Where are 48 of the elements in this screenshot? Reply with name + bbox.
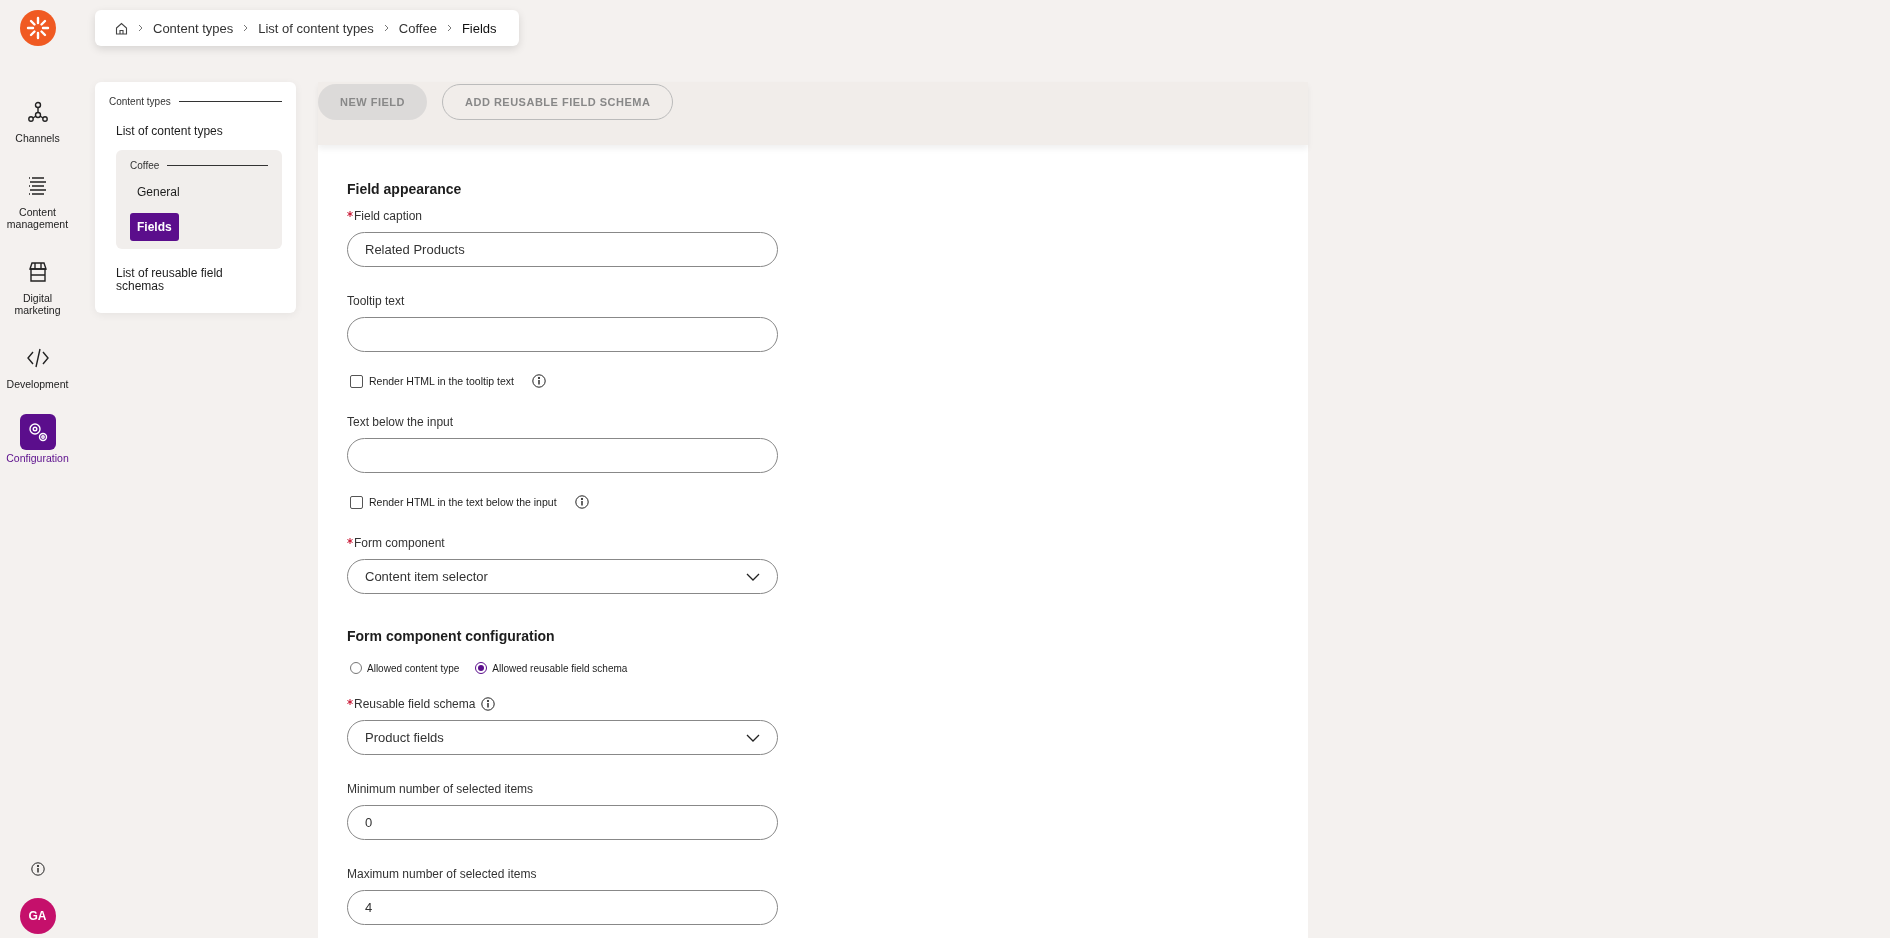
- user-avatar[interactable]: GA: [19, 898, 56, 934]
- field-label: Field caption: [354, 209, 423, 223]
- gears-icon: [26, 421, 49, 443]
- checkbox-label: Render HTML in the tooltip text: [369, 375, 514, 387]
- field-label: Tooltip text: [347, 294, 405, 308]
- nav-item[interactable]: Configuration: [0, 414, 75, 464]
- nav-item[interactable]: Content management: [0, 168, 75, 230]
- chevron-right-icon: [243, 24, 249, 32]
- section-title: Content types: [109, 96, 171, 107]
- home-icon[interactable]: [115, 21, 128, 35]
- field-label: Text below the input: [347, 415, 454, 429]
- menu-item[interactable]: List of content types: [109, 107, 253, 142]
- chevron-down-icon[interactable]: [746, 572, 760, 581]
- code-icon: [25, 347, 50, 369]
- network-icon: [26, 101, 49, 123]
- chevron-right-icon: [138, 24, 143, 32]
- breadcrumb-link[interactable]: Fields: [461, 20, 497, 36]
- breadcrumb-link[interactable]: Content types: [153, 20, 234, 36]
- breadcrumb-link[interactable]: List of content types: [258, 20, 374, 36]
- checkbox-label: Render HTML in the text below the input: [369, 496, 557, 508]
- field-label: Minimum number of selected items: [347, 782, 534, 796]
- list-icon: [27, 175, 48, 197]
- radio-label: Allowed reusable field schema: [492, 662, 628, 674]
- chevron-right-icon: [446, 24, 452, 32]
- field-label: Form component: [354, 536, 445, 550]
- storefront-icon: [26, 261, 49, 283]
- checkbox[interactable]: [350, 495, 363, 509]
- breadcrumb-link[interactable]: Coffee: [398, 20, 437, 36]
- nav-item[interactable]: Development: [0, 340, 75, 390]
- info-icon[interactable]: [30, 862, 45, 876]
- info-icon[interactable]: [481, 697, 496, 711]
- logo-icon[interactable]: [19, 10, 56, 46]
- info-icon[interactable]: [574, 495, 589, 509]
- nav-item[interactable]: Channels: [0, 94, 75, 144]
- group-title: Coffee: [130, 160, 160, 171]
- checkbox[interactable]: [350, 374, 363, 388]
- menu-item[interactable]: General: [130, 177, 187, 207]
- info-icon[interactable]: [531, 374, 546, 388]
- chevron-down-icon[interactable]: [746, 733, 760, 742]
- chevron-right-icon: [383, 24, 389, 32]
- menu-item[interactable]: Fields: [130, 213, 179, 241]
- nav-item[interactable]: Digital marketing: [0, 254, 75, 316]
- section-heading: Field appearance: [347, 181, 463, 197]
- field-label: Maximum number of selected items: [347, 867, 537, 881]
- section-heading: Form component configuration: [347, 628, 556, 644]
- field-label: Reusable field schema: [354, 697, 476, 711]
- menu-item[interactable]: List of reusable field schemas: [109, 249, 253, 297]
- radio-label: Allowed content type: [367, 662, 460, 674]
